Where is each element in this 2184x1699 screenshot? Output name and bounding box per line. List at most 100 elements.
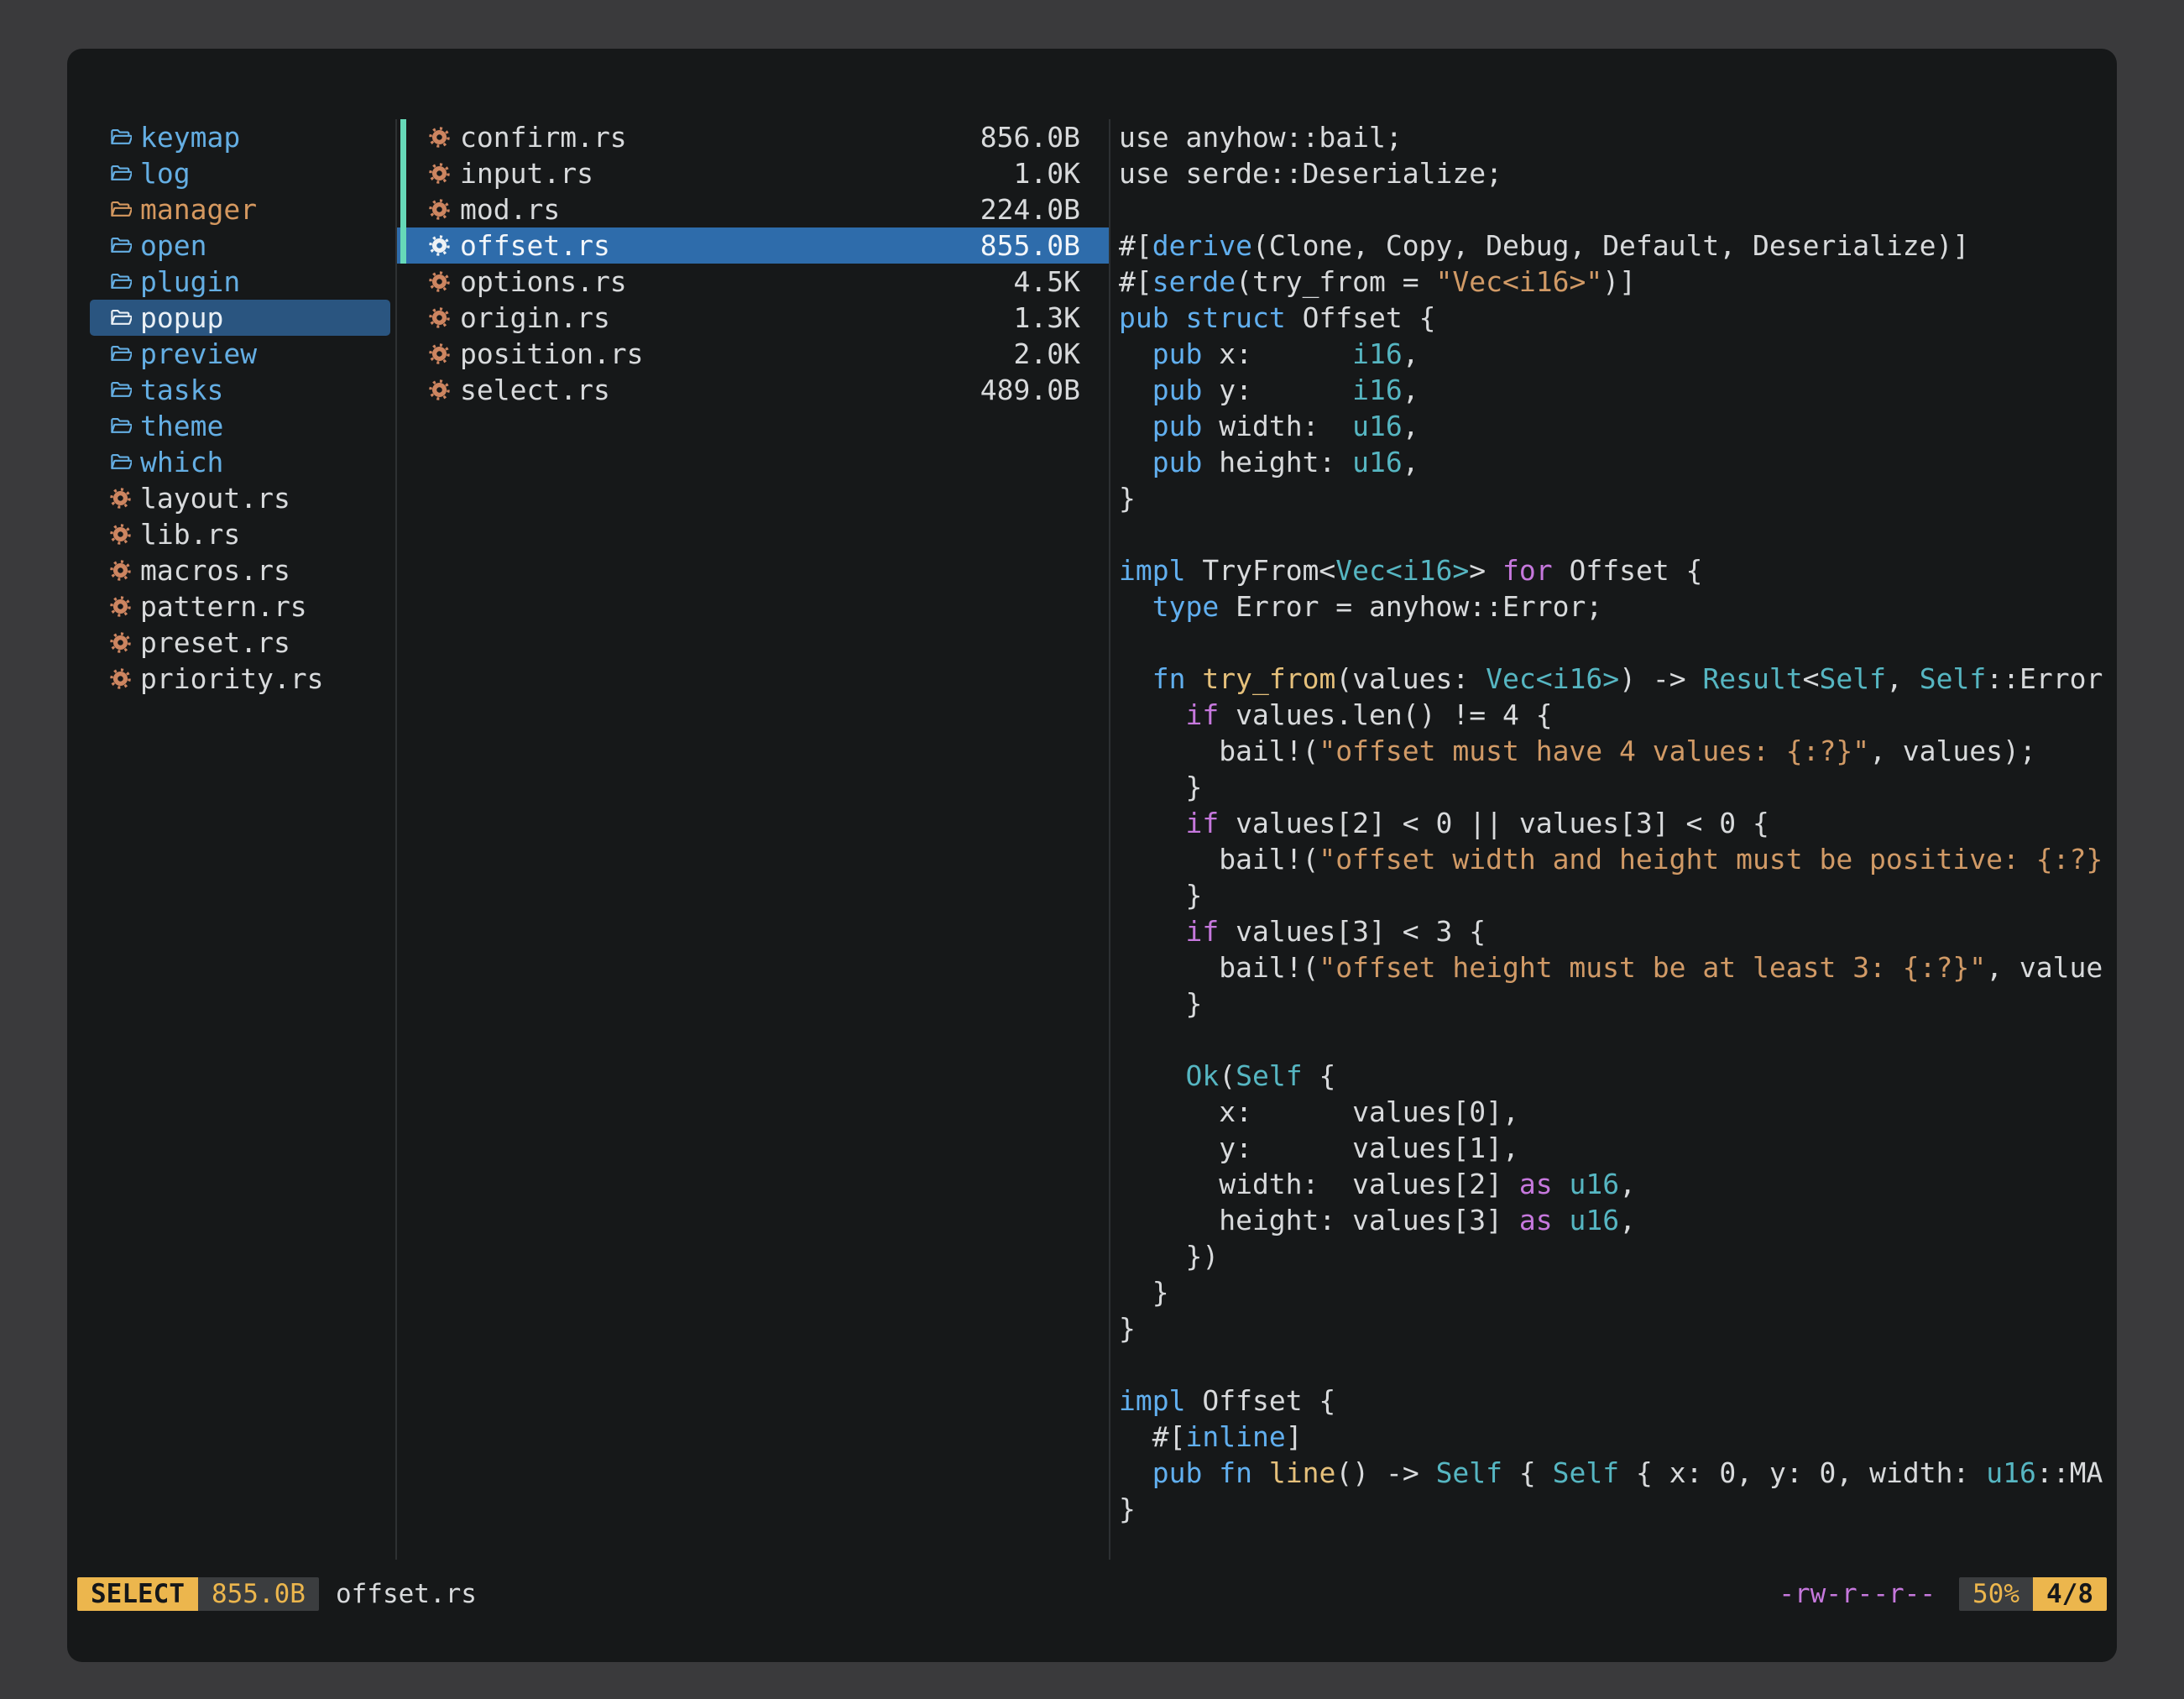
sidebar-item-label: plugin	[140, 265, 240, 298]
folder-open-icon	[109, 451, 132, 473]
code-line: if values.len() != 4 {	[1119, 697, 2117, 733]
selection-marker	[400, 155, 406, 191]
code-line: }	[1119, 480, 2117, 516]
file-name: offset.rs	[460, 229, 610, 262]
code-line: }	[1119, 877, 2117, 913]
sidebar-item-manager[interactable]: manager	[90, 191, 390, 227]
status-bar-right: -rw-r--r-- 50% 4/8	[1779, 1577, 2107, 1611]
code-line: }	[1119, 1491, 2117, 1527]
rust-file-icon	[109, 631, 132, 654]
file-name: origin.rs	[460, 301, 610, 334]
hovered-file-name: offset.rs	[336, 1579, 477, 1609]
rust-file-icon	[428, 162, 451, 185]
file-name: select.rs	[460, 374, 610, 406]
folder-open-icon	[109, 234, 132, 257]
code-line: use serde::Deserialize;	[1119, 155, 2117, 191]
code-line: }	[1119, 1274, 2117, 1310]
code-line	[1119, 1346, 2117, 1383]
folder-open-icon	[109, 379, 132, 401]
sidebar-item-label: keymap	[140, 121, 240, 154]
file-row-confirm-rs[interactable]: confirm.rs 856.0B	[397, 119, 1109, 155]
code-line: fn try_from(values: Vec<i16>) -> Result<…	[1119, 661, 2117, 697]
parent-pane: keymaplogmanageropenpluginpopuppreviewta…	[67, 119, 397, 1560]
code-line: pub fn line() -> Self { Self { x: 0, y: …	[1119, 1455, 2117, 1491]
file-row-position-rs[interactable]: position.rs 2.0K	[397, 336, 1109, 372]
sidebar-item-macros-rs[interactable]: macros.rs	[90, 552, 390, 588]
rust-file-icon	[428, 306, 451, 329]
code-line: }	[1119, 769, 2117, 805]
file-row-offset-rs[interactable]: offset.rs 855.0B	[397, 227, 1109, 264]
code-line: width: values[2] as u16,	[1119, 1166, 2117, 1202]
sidebar-item-pattern-rs[interactable]: pattern.rs	[90, 588, 390, 625]
folder-open-icon	[109, 270, 132, 293]
code-line: impl Offset {	[1119, 1383, 2117, 1419]
file-size: 224.0B	[980, 193, 1080, 226]
sidebar-item-label: macros.rs	[140, 554, 290, 587]
code-line: x: values[0],	[1119, 1094, 2117, 1130]
code-line: }	[1119, 1310, 2117, 1346]
file-size: 856.0B	[980, 121, 1080, 154]
sidebar-item-lib-rs[interactable]: lib.rs	[90, 516, 390, 552]
file-name: position.rs	[460, 337, 644, 370]
rust-file-icon	[428, 342, 451, 365]
code-line: pub y: i16,	[1119, 372, 2117, 408]
code-line	[1119, 516, 2117, 552]
file-name: confirm.rs	[460, 121, 627, 154]
rust-file-icon	[428, 379, 451, 401]
code-line	[1119, 191, 2117, 227]
sidebar-item-theme[interactable]: theme	[90, 408, 390, 444]
code-line: pub x: i16,	[1119, 336, 2117, 372]
file-row-select-rs[interactable]: select.rs 489.0B	[397, 372, 1109, 408]
code-line: bail!("offset height must be at least 3:…	[1119, 949, 2117, 985]
selection-marker	[400, 227, 406, 264]
sidebar-item-preview[interactable]: preview	[90, 336, 390, 372]
sidebar-item-label: preset.rs	[140, 626, 290, 659]
code-line	[1119, 1022, 2117, 1058]
sidebar-item-log[interactable]: log	[90, 155, 390, 191]
status-bar-left: SELECT 855.0B offset.rs	[77, 1577, 477, 1611]
code-line: #[serde(try_from = "Vec<i16>")]	[1119, 264, 2117, 300]
sidebar-item-layout-rs[interactable]: layout.rs	[90, 480, 390, 516]
rust-file-icon	[109, 523, 132, 546]
folder-open-icon	[109, 415, 132, 437]
file-size: 1.0K	[1014, 157, 1080, 190]
rust-file-icon	[109, 559, 132, 582]
code-line: #[inline]	[1119, 1419, 2117, 1455]
sidebar-item-plugin[interactable]: plugin	[90, 264, 390, 300]
rust-file-icon	[109, 595, 132, 618]
sidebar-item-popup[interactable]: popup	[90, 300, 390, 336]
file-permissions: -rw-r--r--	[1779, 1579, 1936, 1609]
file-row-input-rs[interactable]: input.rs1.0K	[397, 155, 1109, 191]
sidebar-item-label: pattern.rs	[140, 590, 307, 623]
sidebar-item-priority-rs[interactable]: priority.rs	[90, 661, 390, 697]
file-size: 489.0B	[980, 374, 1080, 406]
current-pane: confirm.rs 856.0Binput.rs1.0Kmod.rs 224.0B…	[397, 119, 1109, 1560]
file-size: 2.0K	[1014, 337, 1080, 370]
code-line: #[derive(Clone, Copy, Debug, Default, De…	[1119, 227, 2117, 264]
rust-file-icon	[109, 667, 132, 690]
code-line: use anyhow::bail;	[1119, 119, 2117, 155]
sidebar-item-label: which	[140, 446, 223, 478]
folder-open-icon	[109, 198, 132, 221]
file-name: mod.rs	[460, 193, 560, 226]
code-line: if values[2] < 0 || values[3] < 0 {	[1119, 805, 2117, 841]
selection-marker	[400, 191, 406, 227]
sidebar-item-which[interactable]: which	[90, 444, 390, 480]
rust-file-icon	[428, 126, 451, 149]
sidebar-item-keymap[interactable]: keymap	[90, 119, 390, 155]
rust-file-icon	[428, 234, 451, 257]
sidebar-item-label: theme	[140, 410, 223, 442]
file-name: options.rs	[460, 265, 627, 298]
file-row-options-rs[interactable]: options.rs4.5K	[397, 264, 1109, 300]
file-row-origin-rs[interactable]: origin.rs1.3K	[397, 300, 1109, 336]
sidebar-item-label: tasks	[140, 374, 223, 406]
file-size: 855.0B	[980, 229, 1080, 262]
sidebar-item-open[interactable]: open	[90, 227, 390, 264]
rust-file-icon	[428, 270, 451, 293]
sidebar-item-tasks[interactable]: tasks	[90, 372, 390, 408]
file-row-mod-rs[interactable]: mod.rs 224.0B	[397, 191, 1109, 227]
sidebar-item-label: layout.rs	[140, 482, 290, 515]
code-line: }	[1119, 985, 2117, 1022]
code-line	[1119, 625, 2117, 661]
sidebar-item-preset-rs[interactable]: preset.rs	[90, 625, 390, 661]
